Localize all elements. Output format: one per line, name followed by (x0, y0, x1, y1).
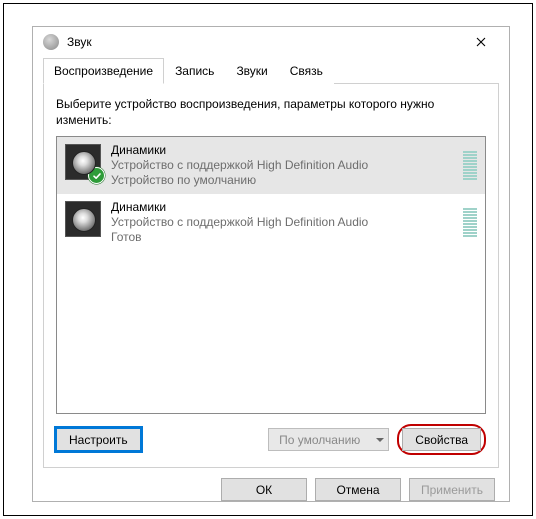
apply-button[interactable]: Применить (409, 478, 495, 501)
button-label: Применить (421, 483, 483, 497)
button-label: ОК (256, 483, 272, 497)
device-name: Динамики (111, 200, 453, 215)
level-meter (463, 201, 477, 237)
device-item[interactable]: Динамики Устройство с поддержкой High De… (57, 137, 485, 194)
level-meter (463, 144, 477, 180)
device-list[interactable]: Динамики Устройство с поддержкой High De… (56, 136, 486, 414)
speaker-app-icon (43, 34, 59, 50)
tab-label: Звуки (236, 64, 267, 78)
tab-sounds[interactable]: Звуки (225, 58, 278, 84)
window-title: Звук (67, 35, 92, 49)
tab-communications[interactable]: Связь (279, 58, 334, 84)
tabs-container: Воспроизведение Запись Звуки Связь Выбер… (33, 57, 509, 468)
prompt-text: Выберите устройство воспроизведения, пар… (56, 96, 486, 128)
ok-button[interactable]: ОК (221, 478, 307, 501)
device-text: Динамики Устройство с поддержкой High De… (111, 143, 453, 188)
sound-dialog: Звук Воспроизведение Запись Звуки Связь … (32, 26, 510, 502)
cancel-button[interactable]: Отмена (315, 478, 401, 501)
tab-label: Связь (290, 64, 323, 78)
device-status: Устройство по умолчанию (111, 173, 453, 188)
device-text: Динамики Устройство с поддержкой High De… (111, 200, 453, 245)
titlebar: Звук (33, 27, 509, 57)
outer-frame: Звук Воспроизведение Запись Звуки Связь … (3, 3, 533, 516)
dialog-buttons-row: ОК Отмена Применить (33, 468, 509, 501)
chevron-down-icon (376, 438, 384, 442)
tab-page-playback: Выберите устройство воспроизведения, пар… (43, 84, 499, 468)
tab-label: Воспроизведение (54, 64, 153, 78)
tab-recording[interactable]: Запись (164, 58, 225, 84)
button-label: Свойства (415, 433, 468, 447)
speaker-device-icon (65, 144, 101, 180)
device-name: Динамики (111, 143, 453, 158)
annotation-highlight: Свойства (397, 424, 486, 455)
properties-button[interactable]: Свойства (402, 428, 481, 451)
device-desc: Устройство с поддержкой High Definition … (111, 215, 453, 230)
tab-playback[interactable]: Воспроизведение (43, 58, 164, 84)
tab-buttons-row: Настроить По умолчанию Свойства (56, 424, 486, 455)
set-default-dropdown[interactable]: По умолчанию (268, 428, 389, 451)
configure-button[interactable]: Настроить (56, 428, 141, 451)
device-desc: Устройство с поддержкой High Definition … (111, 158, 453, 173)
tab-label: Запись (175, 64, 214, 78)
tabstrip: Воспроизведение Запись Звуки Связь (43, 57, 499, 84)
button-label: Отмена (336, 483, 379, 497)
close-icon (476, 37, 486, 47)
device-status: Готов (111, 230, 453, 245)
close-button[interactable] (461, 28, 501, 56)
button-label: Настроить (69, 433, 128, 447)
device-item[interactable]: Динамики Устройство с поддержкой High De… (57, 194, 485, 251)
speaker-device-icon (65, 201, 101, 237)
default-check-icon (88, 167, 105, 184)
dropdown-label: По умолчанию (279, 433, 360, 447)
